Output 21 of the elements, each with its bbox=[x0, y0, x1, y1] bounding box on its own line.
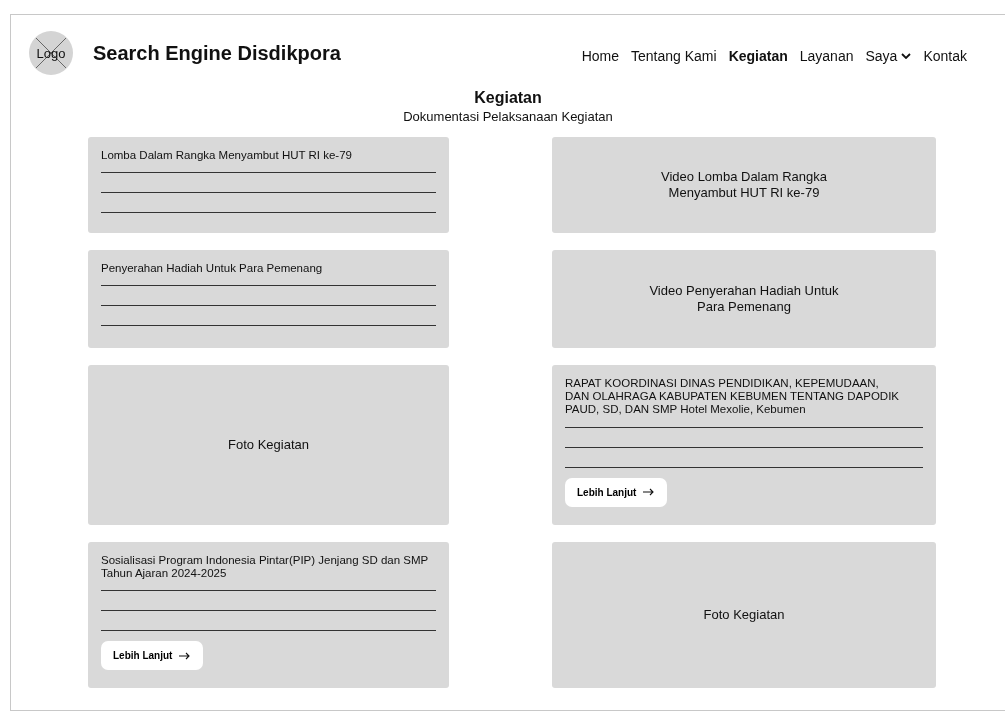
arrow-right-icon bbox=[643, 488, 656, 497]
nav-link[interactable]: Saya bbox=[865, 48, 912, 64]
photo-placeholder-caption: Foto Kegiatan bbox=[703, 607, 785, 623]
more-button[interactable]: Lebih Lanjut bbox=[101, 641, 204, 671]
video-placeholder-caption: Video Lomba Dalam Rangka Menyambut HUT RI ke-79 bbox=[660, 169, 828, 201]
nav-link[interactable]: Home bbox=[581, 48, 620, 64]
arrow-right-icon bbox=[179, 651, 192, 660]
more-button[interactable]: Lebih Lanjut bbox=[565, 477, 668, 507]
photo-placeholder-caption: Foto Kegiatan bbox=[228, 437, 309, 453]
nav-link[interactable]: Kegiatan bbox=[728, 48, 788, 64]
nav-link[interactable]: Tentang Kami bbox=[631, 48, 717, 64]
nav-link[interactable]: Layanan bbox=[799, 48, 854, 64]
page-subtitle: Dokumentasi Pelaksanaan Kegiatan bbox=[402, 109, 614, 124]
video-placeholder-caption: Video Penyerahan Hadiah Untuk Para Pemenang bbox=[648, 283, 840, 315]
card-title: Sosialisasi Program Indonesia Pintar(PIP) Jenjang SD dan SMP Tahun Ajaran 2024-2025 bbox=[101, 554, 430, 581]
site-title: Search Engine Disdikpora bbox=[93, 41, 341, 65]
page-title: Kegiatan bbox=[473, 89, 543, 107]
card-title: Lomba Dalam Rangka Menyambut HUT RI ke-79 bbox=[101, 149, 353, 163]
card-title: RAPAT KOORDINASI DINAS PENDIDIKAN, KEPEMUDAAN, DAN OLAHRAGA KABUPATEN KEBUMEN TENTANG DAPODIK PAUD, SD, DAN SMP Hotel Mexolie, Kebumen bbox=[565, 377, 900, 417]
nav-link[interactable]: Kontak bbox=[923, 48, 967, 64]
card-title: Penyerahan Hadiah Untuk Para Pemenang bbox=[101, 262, 324, 276]
